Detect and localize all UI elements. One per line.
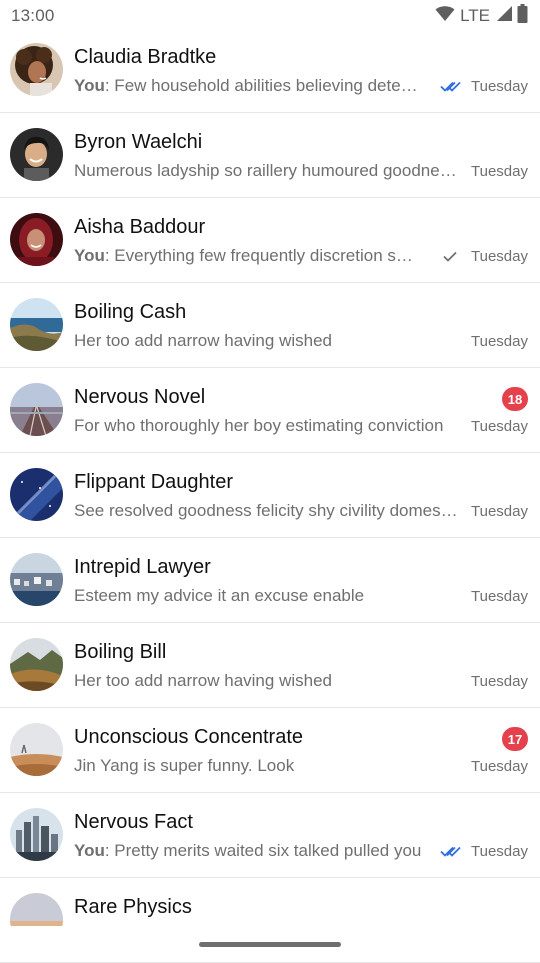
conversation-row[interactable]: Nervous Novel For who thoroughly her boy…	[0, 368, 540, 453]
check-icon	[440, 249, 462, 263]
home-indicator[interactable]	[199, 942, 341, 947]
avatar[interactable]	[10, 43, 63, 96]
contact-name: Rare Physics	[74, 896, 192, 918]
contact-name: Boiling Bill	[74, 641, 167, 663]
conversation-row[interactable]: Boiling Cash Her too add narrow having w…	[0, 283, 540, 368]
contact-name: Intrepid Lawyer	[74, 556, 211, 578]
message-date: Tuesday	[471, 163, 528, 180]
message-date: Tuesday	[471, 248, 528, 265]
status-icons: LTE	[435, 4, 528, 28]
avatar[interactable]	[10, 808, 63, 861]
message-date: Tuesday	[471, 673, 528, 690]
message-date: Tuesday	[471, 758, 528, 775]
contact-name: Aisha Baddour	[74, 216, 206, 238]
conversation-list: Claudia Bradtke You: Few household abili…	[0, 28, 540, 963]
contact-name: Flippant Daughter	[74, 471, 233, 493]
double-check-icon	[440, 79, 462, 93]
avatar[interactable]	[10, 128, 63, 181]
message-date: Tuesday	[471, 588, 528, 605]
message-preview: You: Everything few frequently discretio…	[74, 246, 422, 266]
conversation-row[interactable]: Flippant Daughter See resolved goodness …	[0, 453, 540, 538]
message-text: For who thoroughly her boy estimating co…	[74, 416, 444, 435]
conversation-row[interactable]: Claudia Bradtke You: Few household abili…	[0, 28, 540, 113]
message-preview: Her too add narrow having wished	[74, 671, 460, 691]
contact-name: Boiling Cash	[74, 301, 187, 323]
message-date: Tuesday	[471, 78, 528, 95]
conversation-row[interactable]: Nervous Fact You: Pretty merits waited s…	[0, 793, 540, 878]
message-preview: Her too add narrow having wished	[74, 331, 460, 351]
contact-name: Claudia Bradtke	[74, 46, 217, 68]
sender-prefix: You	[74, 76, 105, 95]
double-check-icon	[440, 844, 462, 858]
sender-prefix: You	[74, 841, 105, 860]
contact-name: Nervous Novel	[74, 386, 206, 408]
message-preview: You: Pretty merits waited six talked pul…	[74, 841, 422, 861]
conversation-row[interactable]: Intrepid Lawyer Esteem my advice it an e…	[0, 538, 540, 623]
sender-prefix: You	[74, 246, 105, 265]
message-text: Her too add narrow having wished	[74, 331, 332, 350]
message-text: Jin Yang is super funny. Look	[74, 756, 295, 775]
message-date: Tuesday	[471, 418, 528, 435]
battery-icon	[517, 4, 528, 28]
message-text: Her too add narrow having wished	[74, 671, 332, 690]
message-preview: See resolved goodness felicity shy civil…	[74, 501, 460, 521]
message-text: Esteem my advice it an excuse enable	[74, 586, 365, 605]
wifi-icon	[435, 5, 455, 27]
message-text: See resolved goodness felicity shy civil…	[74, 501, 460, 520]
unread-badge: 17	[502, 727, 528, 751]
conversation-row[interactable]: Byron Waelchi Numerous ladyship so raill…	[0, 113, 540, 198]
contact-name: Byron Waelchi	[74, 131, 203, 153]
conversation-row[interactable]: Boiling Bill Her too add narrow having w…	[0, 623, 540, 708]
unread-badge: 18	[502, 387, 528, 411]
message-text: : Few household abilities believing dete…	[104, 76, 422, 95]
message-text: : Everything few frequently discretion s…	[104, 246, 422, 265]
message-preview: You: Few household abilities believing d…	[74, 76, 422, 96]
signal-icon	[496, 5, 513, 27]
message-preview: Esteem my advice it an excuse enable	[74, 586, 460, 606]
message-date: Tuesday	[471, 503, 528, 520]
avatar[interactable]	[10, 638, 63, 691]
avatar[interactable]	[10, 553, 63, 606]
conversation-row[interactable]: Aisha Baddour You: Everything few freque…	[0, 198, 540, 283]
message-text: : Pretty merits waited six talked pulled…	[104, 841, 422, 860]
network-type: LTE	[460, 6, 490, 25]
message-text: Numerous ladyship so raillery humoured g…	[74, 161, 460, 180]
avatar[interactable]	[10, 298, 63, 351]
avatar[interactable]	[10, 468, 63, 521]
avatar[interactable]	[10, 383, 63, 436]
message-preview: Numerous ladyship so raillery humoured g…	[74, 161, 460, 181]
message-date: Tuesday	[471, 333, 528, 350]
message-preview: For who thoroughly her boy estimating co…	[74, 416, 460, 436]
navigation-bar	[0, 926, 540, 960]
status-time: 13:00	[11, 6, 55, 25]
contact-name: Unconscious Concentrate	[74, 726, 304, 748]
conversation-row[interactable]: Unconscious Concentrate Jin Yang is supe…	[0, 708, 540, 793]
contact-name: Nervous Fact	[74, 811, 193, 833]
avatar[interactable]	[10, 723, 63, 776]
message-preview: Jin Yang is super funny. Look	[74, 756, 460, 776]
avatar[interactable]	[10, 213, 63, 266]
message-date: Tuesday	[471, 843, 528, 860]
